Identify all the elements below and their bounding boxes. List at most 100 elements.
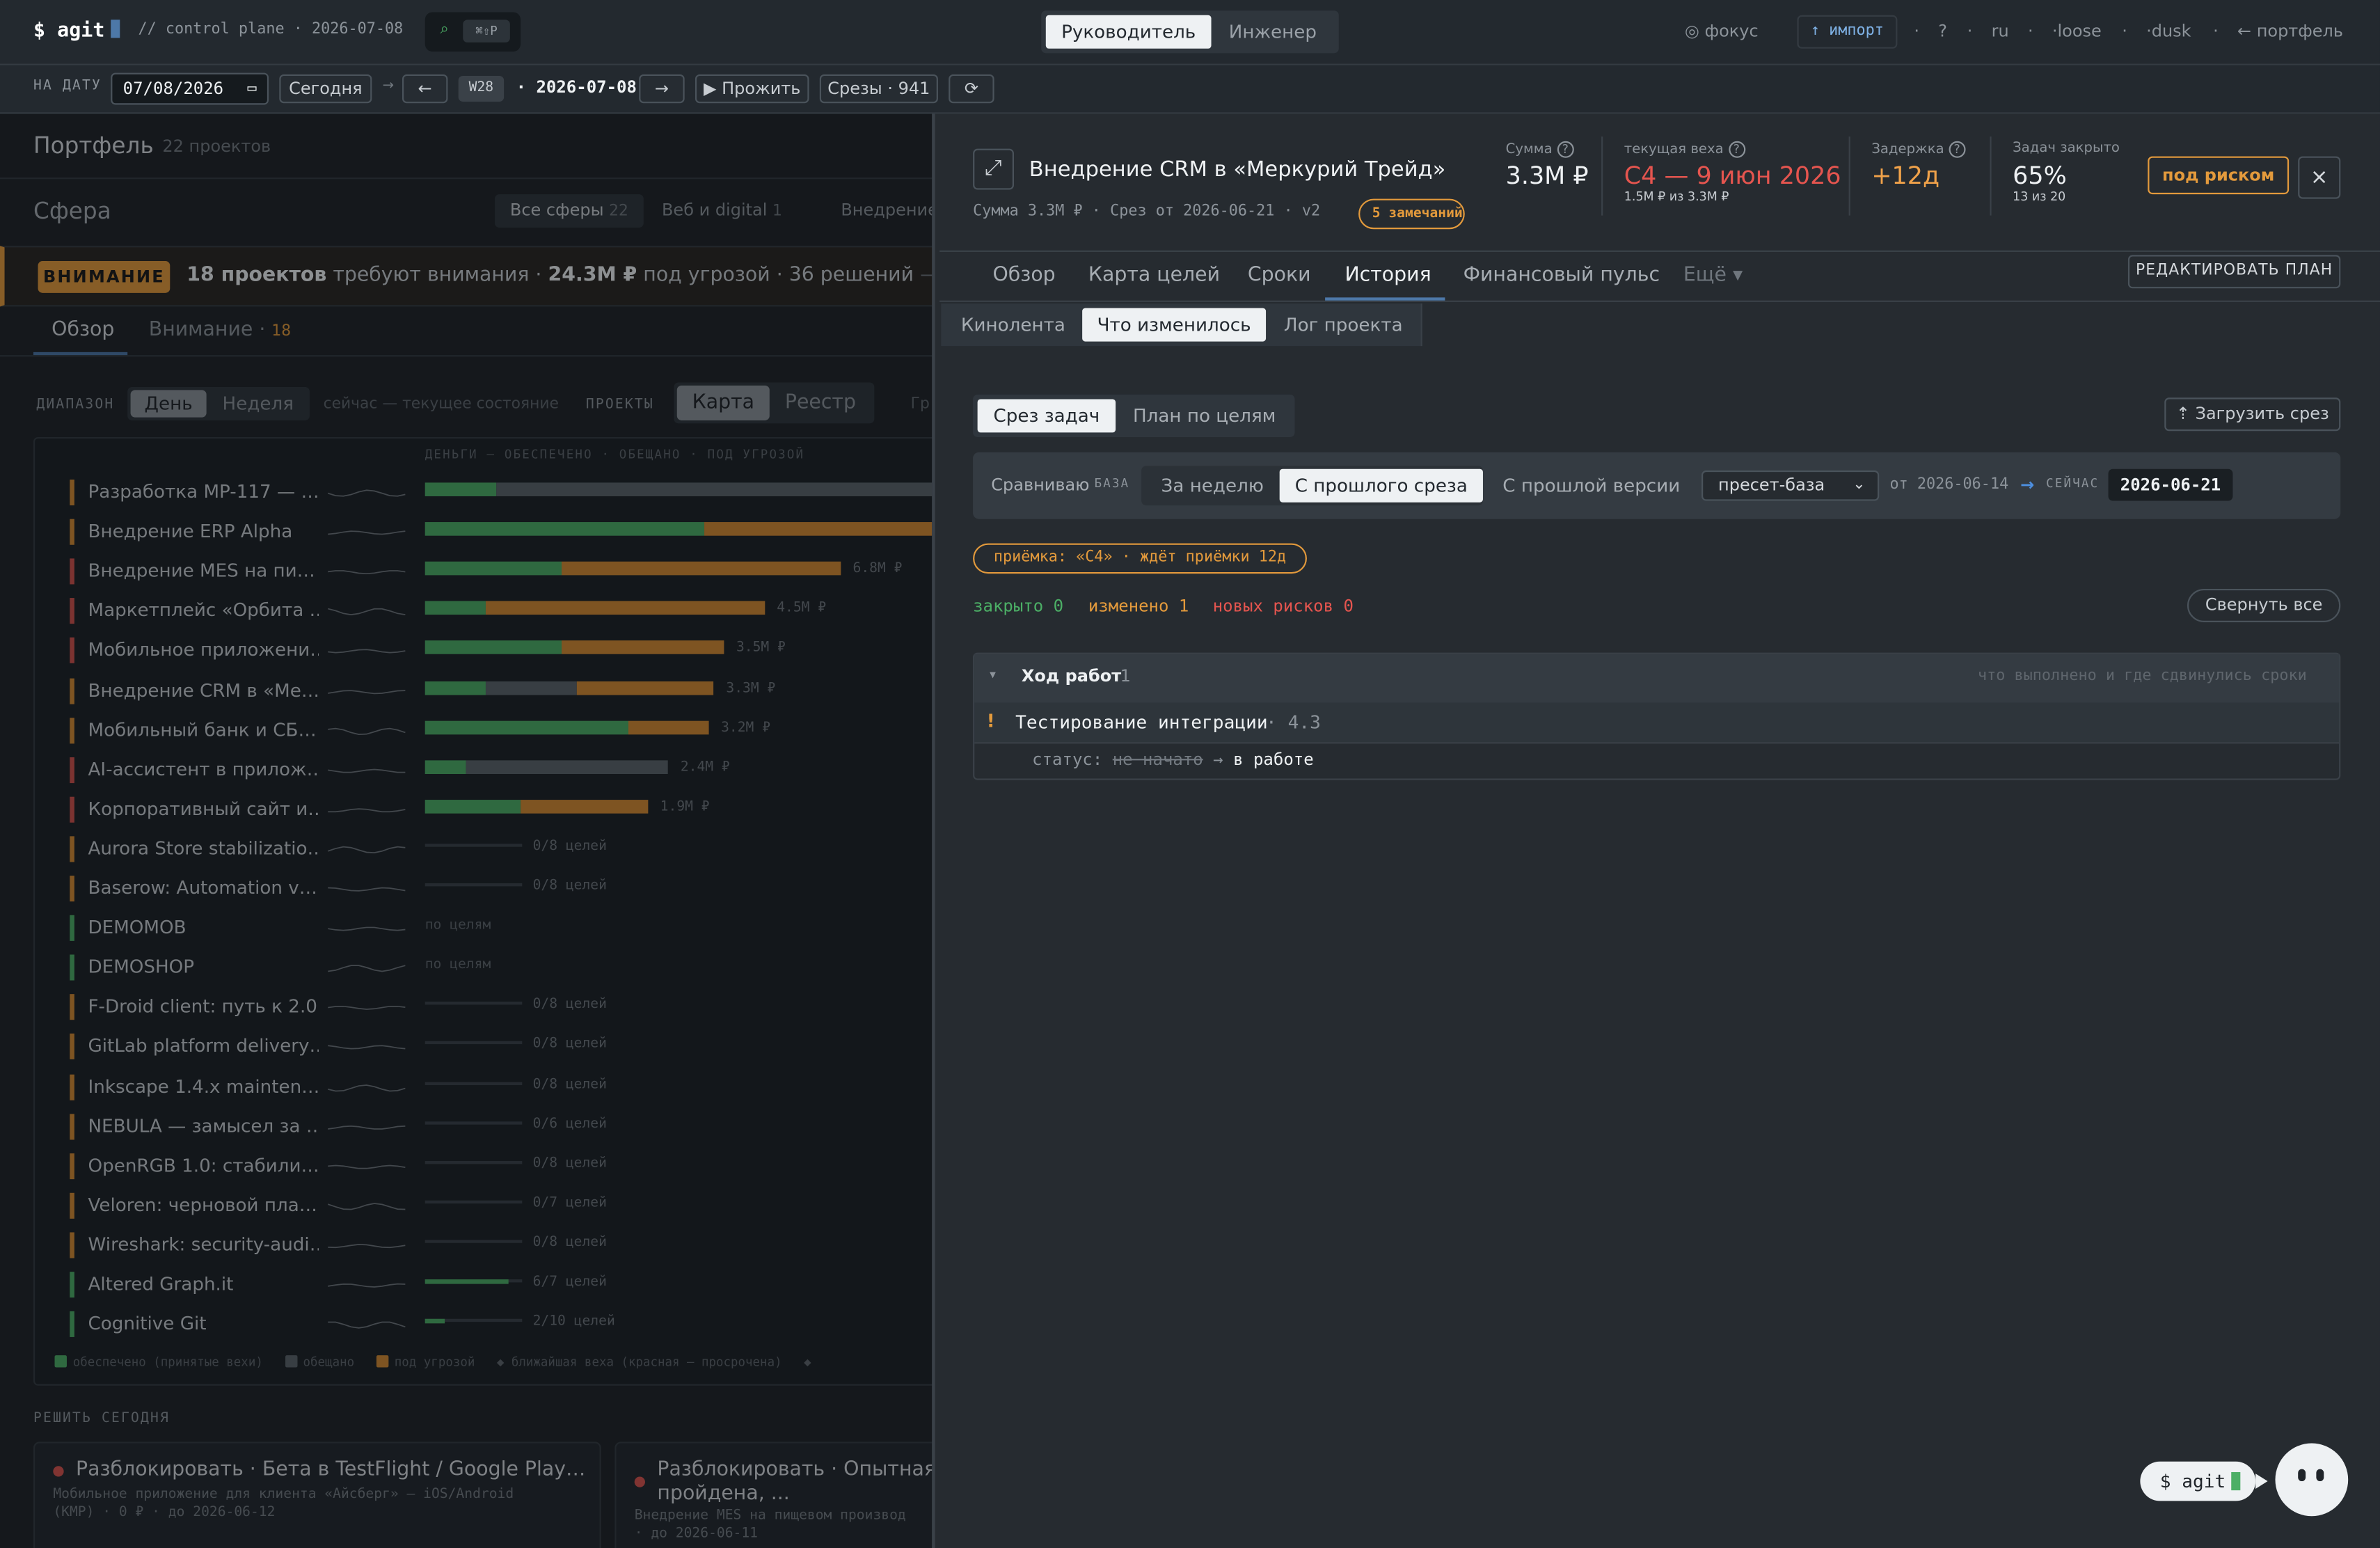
close-icon[interactable]: × [2298, 156, 2341, 199]
attention-text: 18 проектов требуют внимания · 24.3M ₽ п… [187, 264, 972, 287]
collapse-all-button[interactable]: Свернуть все [2187, 588, 2341, 622]
edit-plan-button[interactable]: РЕДАКТИРОВАТЬ ПЛАН [2127, 255, 2341, 289]
tab-overview[interactable]: Обзор [51, 319, 114, 342]
date-input[interactable]: 07/08/2026 ▭ [111, 72, 269, 105]
view-goal-plan[interactable]: План по целям [1118, 399, 1290, 432]
attention-mid: требуют внимания · [326, 264, 548, 287]
goal-track [425, 1200, 523, 1203]
tab-overview[interactable]: Обзор [992, 264, 1055, 287]
sphere-chip-web[interactable]: Веб и digital 1 [646, 194, 798, 228]
project-name: Baserow: Automation v… [88, 877, 317, 899]
app-brand[interactable]: $ agit [33, 19, 120, 42]
chart-row[interactable]: Veloren: черновой пла… 0/7 целей [70, 1190, 950, 1220]
language-toggle[interactable]: ru [1992, 22, 2009, 41]
chart-row[interactable]: AI-ассистент в прилож… 2.4M ₽ [70, 754, 950, 784]
chart-row[interactable]: NEBULA — замысел за … 0/6 целей [70, 1110, 950, 1141]
attention-banner[interactable]: ВНИМАНИЕ 18 проектов требуют внимания · … [0, 246, 972, 307]
subtab-changes[interactable]: Что изменилось [1082, 308, 1267, 342]
sparkline [328, 1045, 406, 1050]
range-day[interactable]: День [130, 390, 207, 418]
chart-row[interactable]: Внедрение ERP Alpha10M ₽ [70, 516, 985, 547]
chart-row[interactable]: Baserow: Automation v… 0/8 целей [70, 873, 950, 903]
bar-segment-secured [425, 562, 562, 576]
help-icon[interactable]: ? [1949, 141, 1966, 158]
theme-toggle[interactable]: ·dusk [2146, 22, 2191, 41]
help-icon[interactable]: ? [1728, 141, 1745, 158]
kpi-label-closed: Задач закрыто [2013, 141, 2120, 157]
compare-last-version[interactable]: С прошлой версии [1502, 475, 1680, 496]
view-extra[interactable]: Гр [911, 396, 930, 413]
next-day-button[interactable]: → [639, 74, 685, 104]
chart-row[interactable]: Cognitive Git 2/10 целей [70, 1309, 950, 1339]
chart-row[interactable]: Wireshark: security-audi… 0/8 целей [70, 1229, 950, 1260]
refresh-button[interactable]: ⟳ [949, 74, 994, 104]
view-map[interactable]: Карта [676, 385, 770, 420]
density-toggle[interactable]: ·loose [2052, 22, 2102, 41]
sparkline [328, 530, 406, 535]
agit-chat-pill[interactable]: $ agit [2140, 1461, 2268, 1501]
mode-manager[interactable]: Руководитель [1045, 15, 1212, 49]
subtab-log[interactable]: Лог проекта [1272, 308, 1415, 342]
tab-label: Внимание · [148, 318, 266, 342]
chart-row[interactable]: Altered Graph.it 6/7 целей [70, 1269, 950, 1300]
slices-button[interactable]: Срезы · 941 [819, 74, 938, 104]
tab-deadlines[interactable]: Сроки [1248, 264, 1311, 287]
bar-segment-promised [486, 680, 578, 695]
chart-row[interactable]: DEMOSHOP по целям [70, 952, 950, 983]
range-week[interactable]: Неделя [212, 390, 303, 417]
upload-slice-button[interactable]: ⇡ Загрузить срез [2164, 397, 2341, 432]
tab-goal-map[interactable]: Карта целей [1088, 264, 1220, 287]
focus-link[interactable]: ◎ фокус [1685, 22, 1759, 41]
prev-day-button[interactable]: ← [402, 74, 448, 104]
compare-week[interactable]: За неделю [1161, 475, 1264, 496]
decision-card[interactable]: Разблокировать · Опытная э пройдена, ... … [614, 1442, 979, 1548]
sphere-chip-all[interactable]: Все сферы 22 [495, 194, 644, 228]
chart-row[interactable]: Мобильное приложени… 3.5M ₽ [70, 635, 950, 665]
tab-more[interactable]: Ещё ▾ [1683, 264, 1743, 287]
now-value[interactable]: 2026-06-21 [2108, 468, 2233, 501]
notes-badge[interactable]: 5 замечаний [1358, 198, 1465, 230]
portfolio-title: Портфель [33, 132, 154, 159]
sparkline-path [328, 608, 406, 616]
acceptance-badge: приёмка: «С4» · ждёт приёмки 12д [973, 543, 1307, 574]
import-button[interactable]: ↑ импорт [1797, 15, 1898, 49]
chart-row[interactable]: Корпоративный сайт и… 1.9M ₽ [70, 793, 950, 824]
decision-card[interactable]: Разблокировать · Бета в TestFlight / Goo… [33, 1442, 601, 1548]
sparkline-path [328, 1125, 406, 1129]
chart-row[interactable]: Внедрение MES на пи… 6.8M ₽ [70, 555, 950, 586]
tab-attention[interactable]: Внимание · 18 [149, 319, 291, 342]
chart-row[interactable]: Внедрение CRM в «Ме… 3.3M ₽ [70, 674, 950, 705]
chart-row[interactable]: GitLab platform delivery… 0/8 целей [70, 1031, 950, 1061]
help-icon[interactable]: ? [1557, 141, 1574, 158]
chart-row[interactable]: Aurora Store stabilizatio… 0/8 целей [70, 833, 950, 864]
mode-engineer[interactable]: Инженер [1212, 15, 1335, 49]
chart-row[interactable]: Маркетплейс «Орбита … 4.5M ₽ [70, 595, 950, 626]
subtab-film[interactable]: Кинолента [946, 308, 1081, 342]
preset-select[interactable]: пресет-база ⌄ [1701, 470, 1880, 501]
assistant-avatar-icon[interactable] [2275, 1443, 2349, 1517]
chevron-down-icon[interactable]: ▾ [990, 668, 996, 681]
chart-row[interactable]: Мобильный банк и СБ… 3.2M ₽ [70, 714, 950, 745]
status-stripe [70, 677, 74, 704]
chart-row[interactable]: Разработка MP-117 — … [70, 477, 950, 507]
sparkline-path [328, 727, 406, 735]
help-link[interactable]: ? [1938, 22, 1947, 41]
chart-row[interactable]: DEMOMOB по целям [70, 913, 950, 943]
portfolio-link[interactable]: ← портфель [2237, 22, 2343, 41]
calendar-icon[interactable]: ▭ [247, 74, 256, 103]
bar-segment-promised [465, 759, 669, 774]
sparkline-path [328, 846, 406, 853]
chart-row[interactable]: Inkscape 1.4.x mainten… 0/8 целей [70, 1071, 950, 1101]
expand-icon[interactable]: ⤢ [973, 148, 1014, 190]
command-palette-button[interactable]: ⌕ ⌘⇧P [425, 12, 521, 52]
compare-last-slice[interactable]: С прошлого среза [1279, 468, 1483, 503]
chart-row[interactable]: F-Droid client: путь к 2.0 0/8 целей [70, 991, 950, 1022]
tab-finance[interactable]: Финансовый пульс [1463, 264, 1660, 287]
sparkline [328, 965, 406, 972]
today-button[interactable]: Сегодня [279, 74, 372, 104]
view-task-slice[interactable]: Срез задач [977, 399, 1116, 433]
chart-row[interactable]: OpenRGB 1.0: стабили… 0/8 целей [70, 1150, 950, 1180]
play-button[interactable]: ▶ Прожить [695, 74, 809, 104]
view-registry[interactable]: Реестр [772, 386, 868, 420]
tab-history[interactable]: История [1344, 264, 1431, 287]
